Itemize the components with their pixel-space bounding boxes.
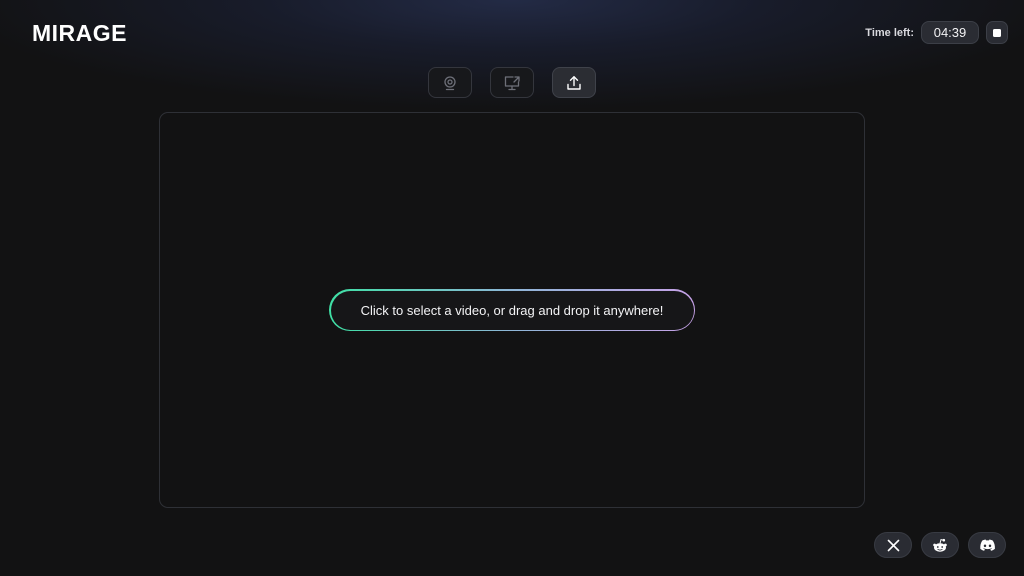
timer-group: Time left: 04:39 <box>865 21 1008 44</box>
select-video-button[interactable]: Click to select a video, or drag and dro… <box>330 290 694 330</box>
upload-icon <box>567 75 581 90</box>
stop-button[interactable] <box>986 21 1008 44</box>
time-left-label: Time left: <box>865 26 914 39</box>
select-video-button-border: Click to select a video, or drag and dro… <box>329 289 695 331</box>
webcam-mode-button[interactable] <box>428 67 472 98</box>
app-root: MIRAGE Time left: 04:39 Click to select … <box>0 0 1024 576</box>
time-left-value: 04:39 <box>921 21 979 44</box>
x-twitter-icon <box>887 539 899 551</box>
input-mode-toolbar <box>428 67 596 98</box>
social-links <box>874 532 1006 558</box>
discord-link[interactable] <box>968 532 1006 558</box>
screen-share-mode-button[interactable] <box>490 67 534 98</box>
reddit-icon <box>933 538 947 552</box>
stop-icon <box>993 28 1001 37</box>
app-logo[interactable]: MIRAGE <box>32 20 127 47</box>
x-twitter-link[interactable] <box>874 532 912 558</box>
webcam-icon <box>444 75 456 90</box>
reddit-link[interactable] <box>921 532 959 558</box>
upload-mode-button[interactable] <box>552 67 596 98</box>
screen-share-icon <box>504 75 520 90</box>
discord-icon <box>979 539 995 551</box>
